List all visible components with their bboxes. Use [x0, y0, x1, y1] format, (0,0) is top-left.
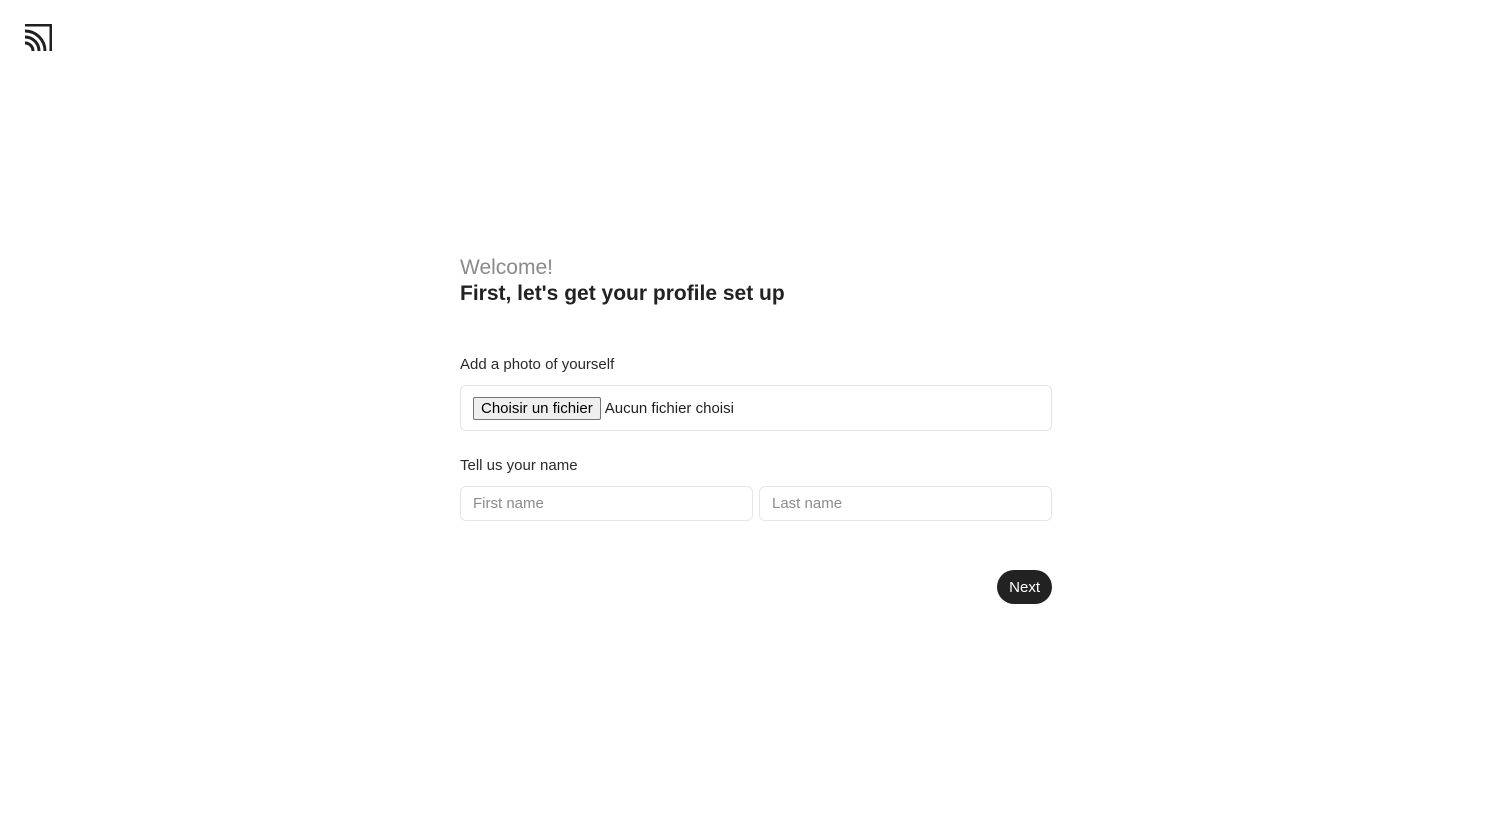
first-name-input[interactable]: [460, 486, 753, 521]
profile-setup-form: Welcome! First, let's get your profile s…: [460, 255, 1052, 604]
page-title: First, let's get your profile set up: [460, 282, 785, 305]
choose-file-button[interactable]: Choisir un fichier: [473, 396, 601, 420]
next-button[interactable]: Next: [997, 570, 1052, 604]
welcome-heading: Welcome!: [460, 256, 553, 279]
last-name-input[interactable]: [759, 486, 1052, 521]
name-label: Tell us your name: [460, 457, 578, 474]
brand-logo-icon[interactable]: [24, 24, 52, 52]
file-status-text: Aucun fichier choisi: [604, 399, 734, 417]
photo-label: Add a photo of yourself: [460, 356, 615, 373]
form-actions: Next: [460, 570, 1052, 604]
photo-file-field[interactable]: Choisir un fichier Aucun fichier choisi: [460, 385, 1052, 431]
name-fields: [460, 486, 1052, 521]
